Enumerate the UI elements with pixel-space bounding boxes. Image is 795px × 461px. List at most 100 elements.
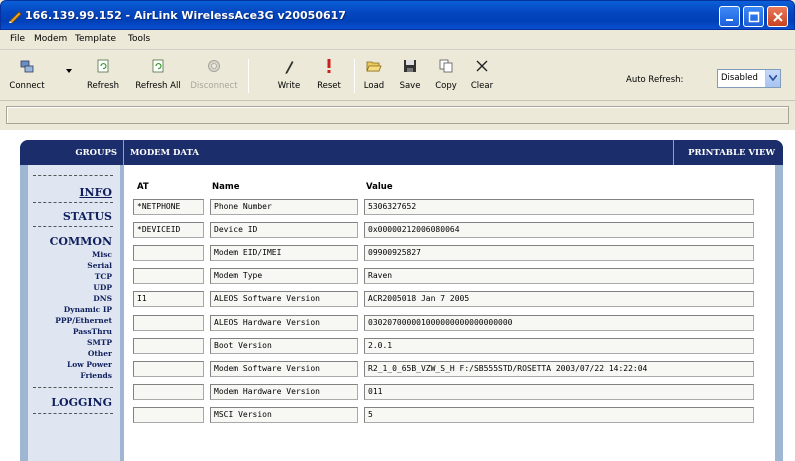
column-header-at: AT <box>137 182 149 192</box>
close-icon <box>773 12 783 22</box>
connect-dropdown-arrow-icon[interactable] <box>66 69 72 73</box>
connect-icon <box>20 60 34 73</box>
sidebar-item-logging[interactable]: LOGGING <box>51 396 112 409</box>
divider <box>33 202 113 203</box>
sidebar-item-status[interactable]: STATUS <box>63 210 112 223</box>
sidebar-item-info[interactable]: INFO <box>79 186 112 199</box>
write-button[interactable]: Write <box>272 54 306 98</box>
exclamation-icon <box>327 59 331 73</box>
floppy-disk-icon <box>404 60 416 72</box>
sidebar-item-dns[interactable]: DNS <box>93 294 112 303</box>
at-command-field <box>133 268 204 284</box>
menu-template[interactable]: Template <box>75 34 116 44</box>
column-header-name: Name <box>212 182 240 192</box>
menu-modem[interactable]: Modem <box>34 34 67 44</box>
maximize-button[interactable] <box>743 6 764 27</box>
field-value[interactable]: 011 <box>364 384 754 400</box>
toolbar-separator <box>248 59 249 93</box>
sidebar-item-tcp[interactable]: TCP <box>95 272 112 281</box>
modem-data-header-label: MODEM DATA <box>130 148 199 158</box>
disconnect-icon <box>208 60 220 72</box>
chevron-down-icon <box>769 75 777 81</box>
sidebar-item-misc[interactable]: Misc <box>92 250 112 259</box>
x-icon <box>476 60 488 72</box>
minimize-button[interactable] <box>719 6 740 27</box>
load-button[interactable]: Load <box>358 54 390 98</box>
disconnect-button[interactable]: Disconnect <box>188 54 240 98</box>
menu-tools[interactable]: Tools <box>128 34 150 44</box>
sidebar-item-passthru[interactable]: PassThru <box>73 327 112 336</box>
window-title: 166.139.99.152 - AirLink WirelessAce3G v… <box>25 9 346 22</box>
divider <box>33 175 113 176</box>
clear-label: Clear <box>470 81 494 91</box>
sidebar-item-dynamic-ip[interactable]: Dynamic IP <box>64 305 112 314</box>
panel-header: GROUPS MODEM DATA PRINTABLE VIEW <box>20 140 783 165</box>
at-command-field: *DEVICEID <box>133 222 204 238</box>
title-bar: 166.139.99.152 - AirLink WirelessAce3G v… <box>0 0 795 30</box>
auto-refresh-select[interactable]: Disabled <box>717 69 781 88</box>
field-value[interactable]: 0x00000212006080064 <box>364 222 754 238</box>
printable-view-label[interactable]: PRINTABLE VIEW <box>688 148 775 158</box>
field-name: Boot Version <box>210 338 358 354</box>
connect-label: Connect <box>9 81 45 91</box>
at-command-field <box>133 245 204 261</box>
refresh-icon <box>97 59 109 73</box>
toolbar-separator <box>354 59 355 93</box>
copy-icon <box>439 59 453 73</box>
field-value[interactable]: 2.0.1 <box>364 338 754 354</box>
sidebar-item-common[interactable]: COMMON <box>50 235 112 248</box>
copy-label: Copy <box>435 81 457 91</box>
reset-label: Reset <box>317 81 341 91</box>
field-name: Modem Type <box>210 268 358 284</box>
refresh-all-label: Refresh All <box>135 81 181 91</box>
refresh-all-icon <box>152 59 164 73</box>
field-value[interactable]: 09900925827 <box>364 245 754 261</box>
maximize-icon <box>748 11 760 23</box>
at-command-field <box>133 338 204 354</box>
sidebar-item-serial[interactable]: Serial <box>87 261 112 270</box>
sidebar-item-ppp-ethernet[interactable]: PPP/Ethernet <box>55 316 112 325</box>
connect-button[interactable]: Connect <box>6 54 48 98</box>
divider <box>33 387 113 388</box>
pencil-icon <box>285 61 294 74</box>
field-name: Modem Software Version <box>210 361 358 377</box>
refresh-all-button[interactable]: Refresh All <box>132 54 184 98</box>
save-button[interactable]: Save <box>394 54 426 98</box>
groups-header-label: GROUPS <box>75 148 117 158</box>
refresh-button[interactable]: Refresh <box>82 54 124 98</box>
at-command-field <box>133 384 204 400</box>
sidebar-item-smtp[interactable]: SMTP <box>87 338 112 347</box>
sidebar-item-other[interactable]: Other <box>88 349 112 358</box>
sidebar-item-udp[interactable]: UDP <box>93 283 112 292</box>
at-command-field: *NETPHONE <box>133 199 204 215</box>
divider <box>33 226 113 227</box>
field-value[interactable]: R2_1_0_65B_VZW_S_H F:/SB555STD/ROSETTA 2… <box>364 361 754 377</box>
dropdown-arrow[interactable] <box>765 70 780 87</box>
column-header-value: Value <box>366 182 393 192</box>
field-value[interactable]: ACR2005018 Jan 7 2005 <box>364 291 754 307</box>
divider <box>33 413 113 414</box>
field-value[interactable]: 5306327652 <box>364 199 754 215</box>
field-value[interactable]: 5 <box>364 407 754 423</box>
field-value[interactable]: 030207000001000000000000000000 <box>364 315 754 331</box>
printable-view-link[interactable]: PRINTABLE VIEW <box>673 140 783 165</box>
load-label: Load <box>363 81 385 91</box>
refresh-label: Refresh <box>86 81 120 91</box>
at-command-field <box>133 407 204 423</box>
menu-bar: File Modem Template Tools <box>0 30 795 50</box>
field-name: Device ID <box>210 222 358 238</box>
auto-refresh-label: Auto Refresh: <box>626 75 684 85</box>
field-name: Modem Hardware Version <box>210 384 358 400</box>
field-name: Modem EID/IMEI <box>210 245 358 261</box>
field-value[interactable]: Raven <box>364 268 754 284</box>
save-label: Save <box>399 81 421 91</box>
close-button[interactable] <box>767 6 788 27</box>
field-name: ALEOS Software Version <box>210 291 358 307</box>
at-command-field <box>133 315 204 331</box>
copy-button[interactable]: Copy <box>430 54 462 98</box>
menu-file[interactable]: File <box>10 34 25 44</box>
sidebar-item-friends[interactable]: Friends <box>80 371 112 380</box>
sidebar-item-low-power[interactable]: Low Power <box>67 360 112 369</box>
reset-button[interactable]: Reset <box>310 54 348 98</box>
clear-button[interactable]: Clear <box>466 54 498 98</box>
